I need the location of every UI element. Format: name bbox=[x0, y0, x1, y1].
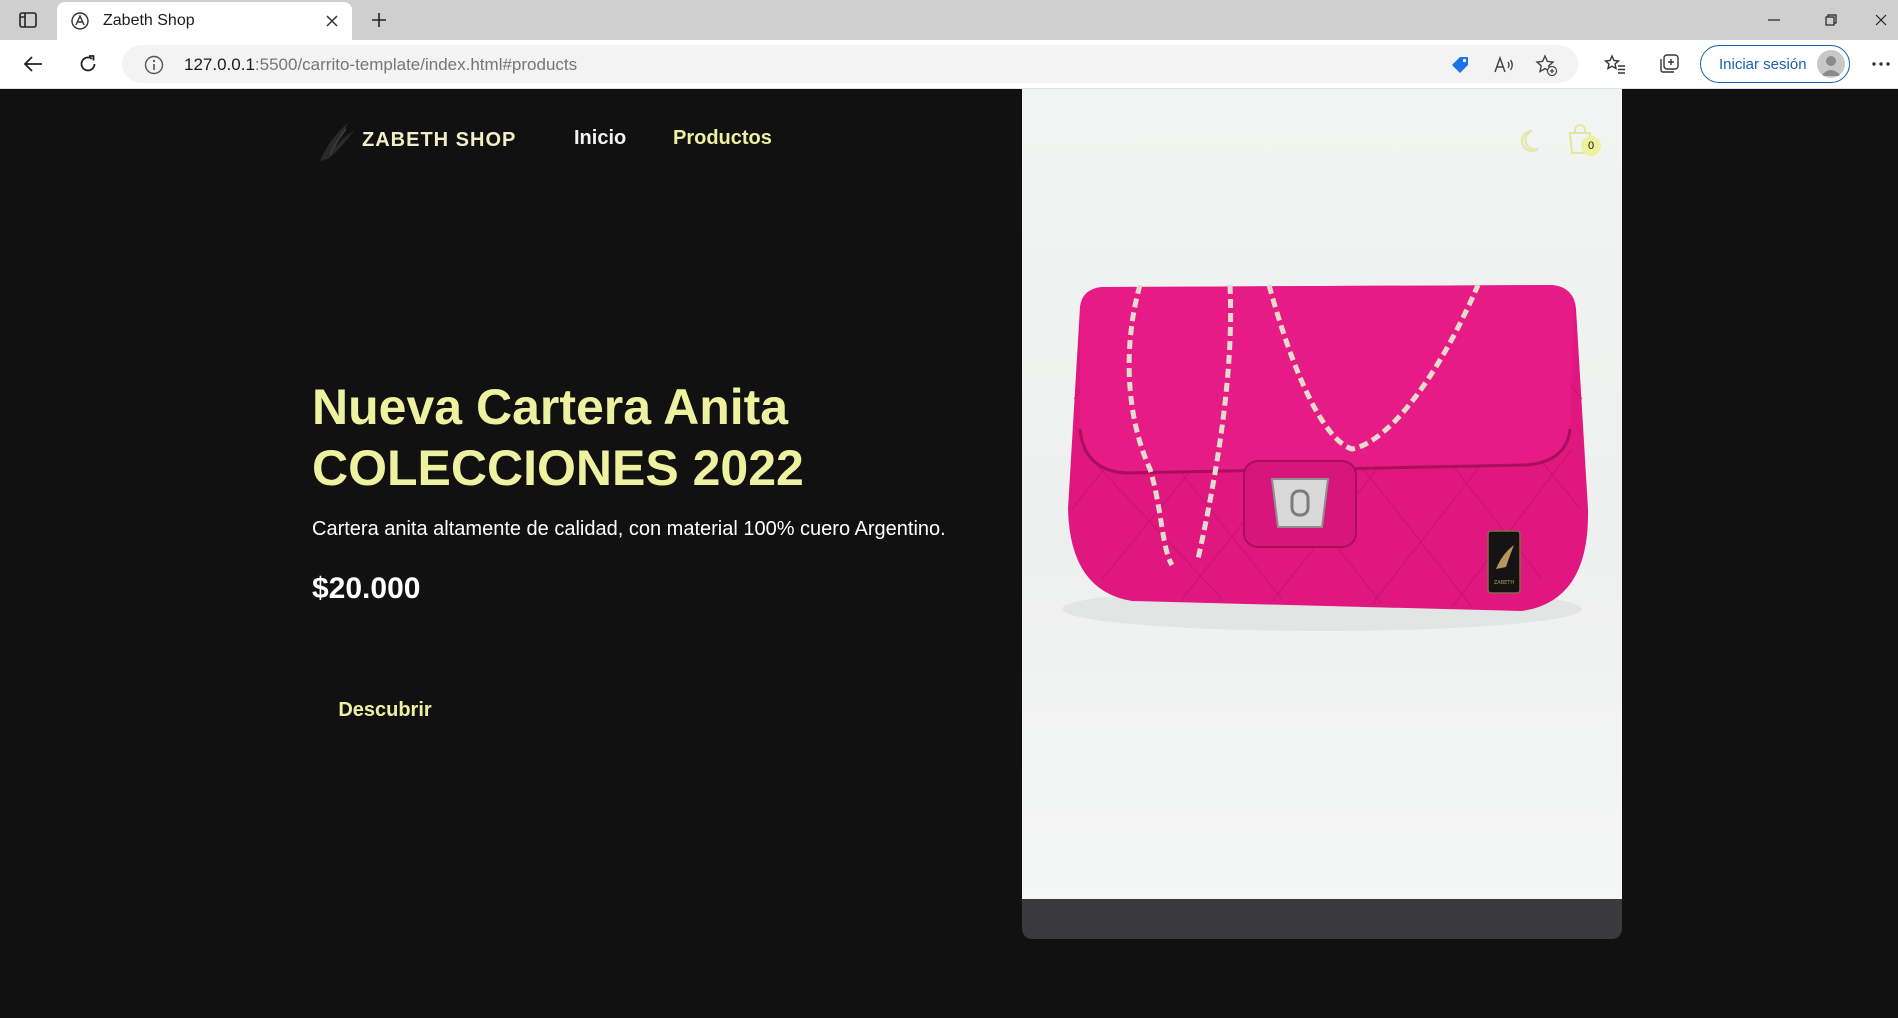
hero-title: Nueva Cartera Anita COLECCIONES 2022 bbox=[312, 377, 1012, 499]
brand-name: ZABETH SHOP bbox=[362, 128, 517, 151]
url-path: :5500/carrito-template/index.html#produc… bbox=[254, 55, 578, 74]
browser-tab-bar: Zabeth Shop bbox=[0, 0, 1898, 40]
browser-toolbar: 127.0.0.1:5500/carrito-template/index.ht… bbox=[0, 40, 1898, 89]
sign-in-label: Iniciar sesión bbox=[1719, 56, 1807, 73]
hero-title-line2: COLECCIONES 2022 bbox=[312, 440, 804, 496]
new-tab-icon[interactable] bbox=[366, 7, 392, 33]
product-image: ZABETH bbox=[1022, 89, 1622, 899]
url-text[interactable]: 127.0.0.1:5500/carrito-template/index.ht… bbox=[184, 55, 577, 75]
hero-description: Cartera anita altamente de calidad, con … bbox=[312, 518, 946, 540]
add-favorite-icon[interactable] bbox=[1534, 53, 1558, 77]
read-aloud-icon[interactable] bbox=[1492, 53, 1516, 77]
site-favicon-icon bbox=[71, 12, 89, 30]
tab-title: Zabeth Shop bbox=[103, 12, 195, 29]
browser-tab-active[interactable]: Zabeth Shop bbox=[57, 2, 352, 40]
brand-link[interactable]: ZABETH SHOP bbox=[316, 117, 516, 163]
nav-link-products[interactable]: Productos bbox=[673, 127, 772, 150]
favorites-icon[interactable] bbox=[1598, 49, 1632, 79]
close-tab-icon[interactable] bbox=[322, 11, 342, 31]
restore-icon[interactable] bbox=[1811, 6, 1851, 34]
page-content: ZABETH SHOP Inicio Productos Nueva Carte… bbox=[0, 89, 1898, 1018]
address-bar[interactable]: 127.0.0.1:5500/carrito-template/index.ht… bbox=[122, 45, 1578, 83]
collections-icon[interactable] bbox=[1652, 49, 1686, 79]
cart-count-badge: 0 bbox=[1581, 136, 1601, 156]
brand-logo-icon bbox=[320, 123, 354, 161]
sign-in-button[interactable]: Iniciar sesión bbox=[1700, 45, 1850, 83]
url-host: 127.0.0.1 bbox=[184, 55, 255, 74]
back-arrow-icon[interactable] bbox=[16, 49, 50, 79]
shopping-tag-icon[interactable] bbox=[1448, 53, 1472, 77]
product-image-panel: ZABETH bbox=[1022, 89, 1622, 939]
profile-avatar-icon bbox=[1817, 50, 1845, 78]
close-window-icon[interactable] bbox=[1864, 6, 1898, 34]
discover-button[interactable]: Descubrir bbox=[312, 686, 458, 734]
tab-actions-icon[interactable] bbox=[14, 8, 42, 32]
nav-link-home[interactable]: Inicio bbox=[574, 127, 626, 150]
hero-price: $20.000 bbox=[312, 572, 421, 605]
more-options-icon[interactable] bbox=[1864, 49, 1898, 79]
minimize-icon[interactable] bbox=[1754, 6, 1794, 34]
bag-label-text: ZABETH bbox=[1494, 580, 1514, 586]
theme-toggle-moon-icon[interactable] bbox=[1518, 125, 1548, 155]
reload-icon[interactable] bbox=[71, 49, 105, 79]
handbag-illustration: ZABETH bbox=[1062, 284, 1589, 631]
site-info-icon[interactable] bbox=[144, 55, 164, 75]
hero-title-line1: Nueva Cartera Anita bbox=[312, 379, 789, 435]
